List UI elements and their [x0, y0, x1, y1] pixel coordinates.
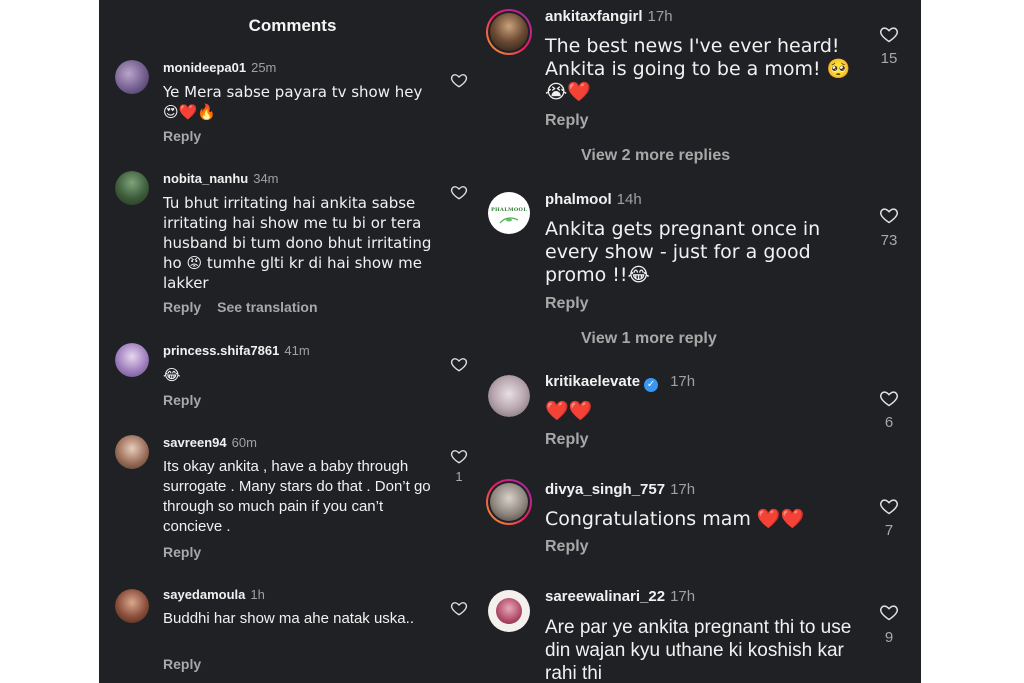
- comment-username[interactable]: divya_singh_757 17h: [545, 481, 695, 498]
- reply-button[interactable]: Reply: [163, 128, 201, 144]
- comments-title: Comments: [248, 16, 337, 35]
- reply-button[interactable]: Reply: [545, 538, 589, 556]
- comment-username[interactable]: kritikaelevate ✓ 17h: [545, 373, 695, 392]
- like-count: 9: [884, 629, 894, 646]
- comment-text: Its okay ankita , have a baby through su…: [163, 458, 431, 535]
- like-count: 7: [884, 522, 894, 539]
- avatar[interactable]: [488, 590, 530, 632]
- comment-time: 25m: [251, 60, 277, 75]
- comment-username[interactable]: sareewalinari_22 17h: [545, 588, 695, 605]
- reply-button[interactable]: Reply: [163, 392, 201, 408]
- avatar[interactable]: [115, 589, 149, 623]
- like-count: 73: [880, 232, 898, 249]
- comment-time: 1h: [250, 587, 265, 602]
- heart-icon[interactable]: [450, 599, 468, 617]
- avatar[interactable]: PHALMOOL: [488, 192, 530, 234]
- comment-time: 41m: [284, 343, 310, 358]
- comment-username[interactable]: ankitaxfangirl 17h: [545, 8, 673, 25]
- comment-text: 😂: [163, 366, 181, 384]
- avatar[interactable]: [115, 435, 149, 469]
- heart-icon[interactable]: [450, 355, 468, 373]
- heart-icon[interactable]: [879, 602, 899, 622]
- comment-item: sayedamoula 1h Buddhi har show ma ahe nat…: [99, 587, 486, 677]
- comment-username[interactable]: phalmool 14h: [545, 191, 642, 208]
- like-count: 15: [880, 50, 898, 67]
- reply-button[interactable]: Reply: [163, 544, 201, 560]
- reply-button[interactable]: Reply: [545, 295, 589, 313]
- leaf-icon: [499, 217, 519, 224]
- like-count: 1: [455, 469, 463, 484]
- comment-time: 34m: [253, 171, 279, 186]
- heart-icon[interactable]: [450, 71, 468, 89]
- comments-panel-left: Comments monideepa01 25m Ye Mera sabse pa…: [99, 0, 486, 683]
- comment-text: Ankita gets pregnant once in every show …: [545, 218, 821, 286]
- see-translation-button[interactable]: See translation: [217, 299, 317, 315]
- comment-text: ❤️❤️: [545, 400, 593, 422]
- comment-time: 17h: [670, 588, 696, 605]
- heart-icon[interactable]: [450, 447, 468, 465]
- comment-time: 60m: [231, 435, 257, 450]
- comment-text: Congratulations mam ❤️❤️: [545, 508, 805, 530]
- avatar[interactable]: [486, 9, 532, 55]
- heart-icon[interactable]: [879, 496, 899, 516]
- comment-username[interactable]: sayedamoula 1h: [163, 587, 265, 602]
- comment-time: 14h: [616, 191, 642, 208]
- heart-icon[interactable]: [879, 24, 899, 44]
- reply-button[interactable]: Reply: [163, 299, 201, 315]
- comment-item: PHALMOOL phalmool 14h Ankita gets pregnan…: [483, 191, 921, 351]
- comment-item: savreen94 60m Its okay ankita , have a ba…: [99, 435, 486, 565]
- view-more-replies-button[interactable]: View 1 more reply: [581, 330, 717, 348]
- comment-username[interactable]: savreen94 60m: [163, 435, 257, 450]
- verified-badge-icon: ✓: [644, 378, 659, 392]
- comment-item: nobita_nanhu 34m Tu bhut irritating hai a…: [99, 171, 486, 321]
- comment-text: The best news I've ever heard! Ankita is…: [545, 35, 851, 103]
- avatar[interactable]: [115, 60, 149, 94]
- avatar[interactable]: [115, 343, 149, 377]
- reply-button[interactable]: Reply: [545, 112, 589, 130]
- comment-text: Tu bhut irritating hai ankita sabse irri…: [163, 194, 432, 292]
- comment-time: 17h: [647, 8, 673, 25]
- heart-icon[interactable]: [879, 205, 899, 225]
- comment-item: monideepa01 25m Ye Mera sabse payara tv s…: [99, 60, 486, 150]
- comment-item: kritikaelevate ✓ 17h ❤️❤️ Reply 6: [483, 373, 921, 463]
- phalmool-logo: PHALMOOL: [490, 207, 528, 213]
- comment-text: Ye Mera sabse payara tv show hey😍❤️🔥: [163, 83, 423, 121]
- view-more-replies-button[interactable]: View 2 more replies: [581, 147, 730, 165]
- comment-username[interactable]: princess.shifa7861 41m: [163, 343, 310, 358]
- comment-item: ankitaxfangirl 17h The best news I've eve…: [483, 8, 921, 168]
- comment-time: 17h: [670, 481, 696, 498]
- comment-item: divya_singh_757 17h Congratulations mam ❤…: [483, 479, 921, 571]
- reply-button[interactable]: Reply: [163, 656, 201, 672]
- reply-button[interactable]: Reply: [545, 431, 589, 449]
- heart-icon[interactable]: [879, 388, 899, 408]
- avatar[interactable]: [486, 479, 532, 525]
- comment-username[interactable]: monideepa01 25m: [163, 60, 276, 75]
- avatar[interactable]: [115, 171, 149, 205]
- reply-row: Reply See translation: [163, 299, 318, 315]
- comment-item: sareewalinari_22 17h Are par ye ankita pr…: [483, 588, 921, 683]
- comment-text: Buddhi har show ma ahe natak uska..: [163, 610, 414, 627]
- avatar[interactable]: [488, 375, 530, 417]
- comment-time: 17h: [670, 373, 696, 390]
- comments-panel-right: ankitaxfangirl 17h The best news I've eve…: [483, 0, 921, 683]
- comment-text: Are par ye ankita pregnant thi to use di…: [545, 617, 852, 683]
- comment-item: princess.shifa7861 41m 😂 Reply: [99, 343, 486, 413]
- comment-username[interactable]: nobita_nanhu 34m: [163, 171, 279, 186]
- heart-icon[interactable]: [450, 183, 468, 201]
- like-count: 6: [884, 414, 894, 431]
